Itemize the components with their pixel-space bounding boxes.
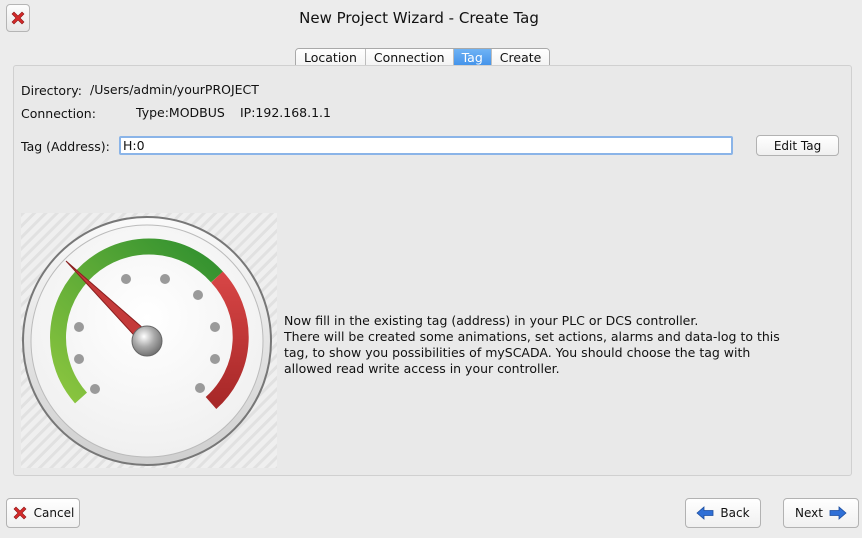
gauge-illustration <box>21 213 277 468</box>
description-line: Now fill in the existing tag (address) i… <box>284 313 699 328</box>
connection-type: Type:MODBUS <box>136 105 225 120</box>
window-title: New Project Wizard - Create Tag <box>299 9 539 27</box>
directory-value: /Users/admin/yourPROJECT <box>90 82 259 97</box>
tag-description: Now fill in the existing tag (address) i… <box>284 313 824 377</box>
back-label: Back <box>720 506 750 520</box>
back-button[interactable]: Back <box>685 498 761 528</box>
next-button[interactable]: Next <box>783 498 859 528</box>
edit-tag-label: Edit Tag <box>773 138 822 153</box>
description-line: There will be created some animations, s… <box>284 329 780 344</box>
next-label: Next <box>795 506 823 520</box>
description-line: tag, to show you possibilities of mySCAD… <box>284 345 751 360</box>
connection-label: Connection: <box>21 106 96 121</box>
tag-address-input[interactable] <box>119 136 733 155</box>
arrow-right-icon <box>829 506 847 520</box>
connection-ip: IP:192.168.1.1 <box>240 105 331 120</box>
description-line: allowed read write access in your contro… <box>284 361 560 376</box>
arrow-left-icon <box>696 506 714 520</box>
cancel-button[interactable]: Cancel <box>6 498 80 528</box>
edit-tag-button[interactable]: Edit Tag <box>756 135 839 156</box>
red-x-icon <box>13 506 27 520</box>
directory-label: Directory: <box>21 83 82 98</box>
tag-address-label: Tag (Address): <box>21 139 110 154</box>
cancel-label: Cancel <box>33 506 75 520</box>
